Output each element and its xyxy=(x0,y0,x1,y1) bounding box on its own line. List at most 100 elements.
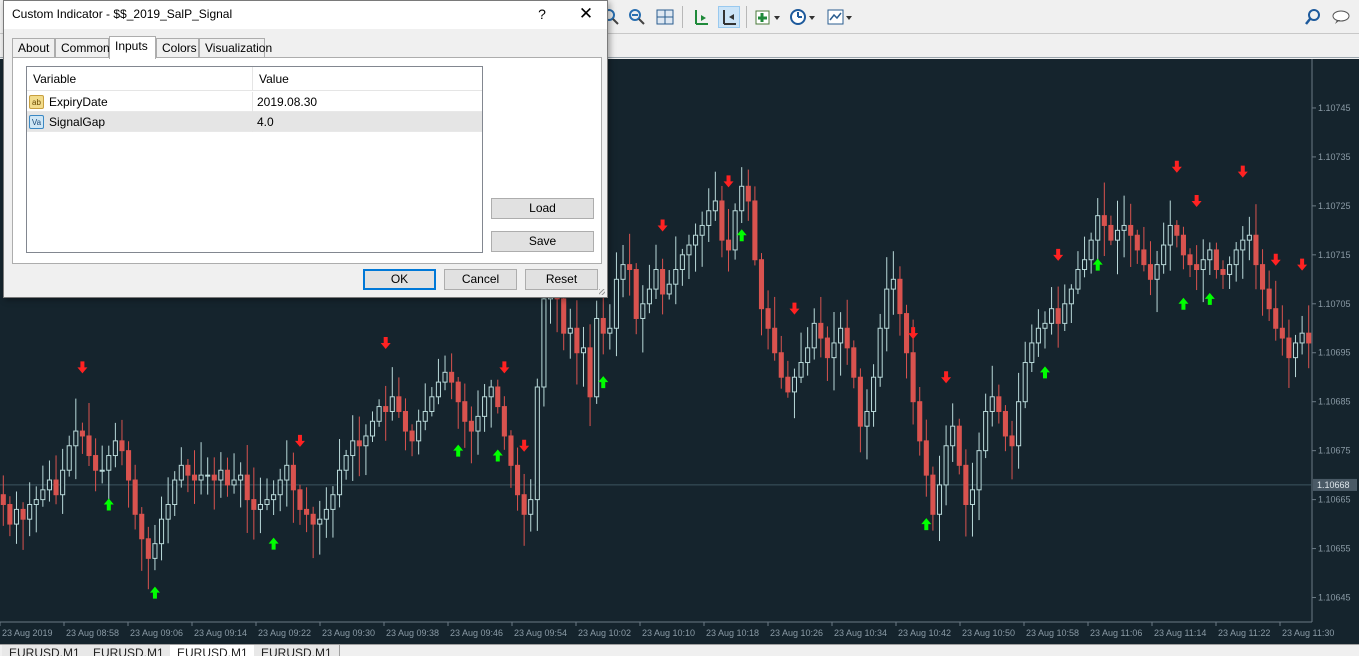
candle-body xyxy=(818,322,824,339)
zoom-out-icon[interactable] xyxy=(626,6,648,28)
inputs-grid: Variable Value ab ExpiryDate 2019.08.30 … xyxy=(26,66,483,253)
symbol-tab[interactable]: EURUSD,M1 xyxy=(86,645,172,656)
candle-body xyxy=(936,484,943,515)
candle-body xyxy=(119,440,125,452)
input-value[interactable]: 2019.08.30 xyxy=(257,95,317,109)
price-tick-label: 1.10645 xyxy=(1318,593,1351,603)
price-tick-label: 1.10705 xyxy=(1318,299,1351,309)
candle-body xyxy=(627,264,633,271)
symbol-tab[interactable]: EURUSD,M1 xyxy=(2,645,88,656)
candle-body xyxy=(297,489,303,510)
candle-body xyxy=(350,440,356,457)
input-value[interactable]: 4.0 xyxy=(257,115,274,129)
reset-button[interactable]: Reset xyxy=(525,269,598,290)
candle-body xyxy=(495,386,501,408)
input-name: ExpiryDate xyxy=(49,95,108,109)
candle-body xyxy=(686,244,692,256)
help-button[interactable]: ? xyxy=(524,1,560,29)
input-row-signalgap[interactable]: Va SignalGap 4.0 xyxy=(27,112,482,132)
candle-body xyxy=(594,317,600,398)
templates-icon[interactable] xyxy=(826,6,856,28)
input-row-expirydate[interactable]: ab ExpiryDate 2019.08.30 xyxy=(27,92,482,112)
time-tick-label: 23 Aug 11:22 xyxy=(1218,628,1270,638)
chart-shift-icon[interactable] xyxy=(690,6,712,28)
candle-body xyxy=(112,440,118,457)
candle-body xyxy=(1207,249,1213,261)
candle-body xyxy=(442,371,448,383)
tab-visualization[interactable]: Visualization xyxy=(199,38,272,58)
candle-body xyxy=(468,420,474,432)
candle-body xyxy=(1154,264,1160,280)
candle-body xyxy=(1147,264,1154,280)
candle-body xyxy=(633,269,639,319)
candle-body xyxy=(409,430,415,442)
price-tick-label: 1.10665 xyxy=(1318,495,1351,505)
candle-body xyxy=(330,494,336,510)
candle-body xyxy=(231,479,237,486)
resize-grip[interactable] xyxy=(599,289,605,295)
candle-body xyxy=(1134,234,1140,251)
save-button[interactable]: Save xyxy=(491,231,594,252)
candle-body xyxy=(673,269,679,285)
candle-body xyxy=(132,479,138,515)
candle-body xyxy=(336,469,343,496)
candle-body xyxy=(1035,327,1041,344)
candle-body xyxy=(508,435,514,466)
price-tick-label: 1.10685 xyxy=(1318,397,1351,407)
time-tick-label: 23 Aug 11:30 xyxy=(1282,628,1334,638)
candle-body xyxy=(1081,259,1088,271)
candle-body xyxy=(1101,215,1107,226)
candle-body xyxy=(1042,322,1048,329)
candle-body xyxy=(521,494,527,515)
price-tick-label: 1.10725 xyxy=(1318,201,1351,211)
candle-body xyxy=(719,200,725,241)
candle-body xyxy=(389,396,395,412)
column-header-value[interactable]: Value xyxy=(259,72,289,86)
ok-button[interactable]: OK xyxy=(363,269,436,290)
candle-body xyxy=(158,518,165,545)
close-icon[interactable]: ✕ xyxy=(566,1,606,29)
candle-body xyxy=(13,508,20,525)
candle-body xyxy=(488,386,494,398)
tile-windows-icon[interactable] xyxy=(654,6,676,28)
double-type-icon: Va xyxy=(29,115,44,129)
column-header-variable[interactable]: Variable xyxy=(33,72,76,86)
candle-body xyxy=(1108,224,1114,241)
search-icon[interactable] xyxy=(1302,6,1324,28)
price-tick-label: 1.10735 xyxy=(1318,152,1351,162)
candle-body xyxy=(363,435,369,447)
dialog-titlebar[interactable]: Custom Indicator - $$_2019_SalP_Signal ?… xyxy=(4,1,607,29)
candle-body xyxy=(172,479,178,506)
candle-body xyxy=(897,278,903,315)
candle-body xyxy=(1128,224,1134,236)
indicators-icon[interactable] xyxy=(754,6,784,28)
candle-body xyxy=(145,538,151,559)
candle-body xyxy=(1016,401,1022,447)
periods-icon[interactable] xyxy=(789,6,819,28)
load-button[interactable]: Load xyxy=(491,198,594,219)
price-tick-label: 1.10715 xyxy=(1318,250,1351,260)
candle-body xyxy=(165,504,171,520)
tab-inputs[interactable]: Inputs xyxy=(109,36,156,59)
candle-body xyxy=(343,455,349,471)
candle-body xyxy=(1049,308,1055,324)
tab-about[interactable]: About xyxy=(12,38,55,58)
candle-body xyxy=(1075,269,1081,290)
tab-common[interactable]: Common xyxy=(55,38,110,58)
symbol-tab[interactable]: EURUSD,M1 xyxy=(254,645,340,656)
time-tick-label: 23 Aug 10:26 xyxy=(770,628,823,638)
current-price-label: 1.10668 xyxy=(1317,480,1350,490)
candle-body xyxy=(752,200,758,261)
candle-body xyxy=(1260,264,1266,290)
candle-body xyxy=(963,464,969,506)
cancel-button[interactable]: Cancel xyxy=(444,269,517,290)
symbol-tab-active[interactable]: EURUSD,M1 xyxy=(170,645,256,656)
chat-icon[interactable] xyxy=(1330,6,1352,28)
candle-body xyxy=(1114,229,1121,241)
candle-body xyxy=(257,504,263,510)
autoscroll-icon[interactable] xyxy=(718,6,740,28)
candle-body xyxy=(40,489,46,501)
tab-colors[interactable]: Colors xyxy=(156,38,199,58)
candle-body xyxy=(838,327,844,344)
candle-body xyxy=(851,347,857,378)
